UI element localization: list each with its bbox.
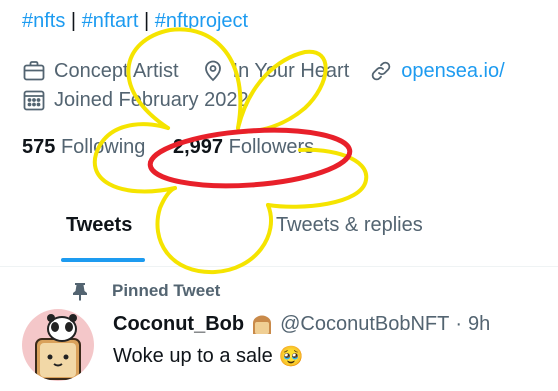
briefcase-icon: [22, 59, 46, 83]
avatar[interactable]: [22, 309, 94, 381]
pinned-tweet-label: Pinned Tweet: [70, 281, 220, 301]
link-icon: [369, 59, 393, 83]
followers-label: Followers: [228, 136, 315, 158]
tweet-body: Woke up to a sale 🥹: [113, 344, 304, 368]
following-count: 575: [22, 136, 56, 158]
hashtag-link-nftart[interactable]: #nftart: [82, 10, 139, 32]
joined-date-text: Joined February 2022: [54, 88, 249, 111]
tab-tweets-and-replies[interactable]: Tweets & replies: [276, 214, 423, 237]
profile-joined-row: Joined February 2022: [22, 88, 249, 112]
author-handle[interactable]: @CoconutBobNFT: [280, 313, 449, 336]
location-pin-icon: [201, 59, 225, 83]
author-name[interactable]: Coconut_Bob: [113, 313, 244, 336]
pinned-label-text: Pinned Tweet: [112, 281, 221, 300]
bread-badge-icon: [250, 314, 274, 336]
profile-meta-row: Concept Artist In Your Heart opensea.io/: [22, 59, 505, 83]
teary-face-emoji: 🥹: [278, 344, 304, 368]
hashtag-separator: |: [143, 10, 150, 32]
calendar-icon: [22, 88, 46, 112]
followers-link[interactable]: 2,997 Followers: [173, 136, 314, 158]
follow-counts: 575 Following 2,997 Followers: [22, 136, 314, 159]
location-text: In Your Heart: [232, 59, 350, 82]
toast-character-icon: [35, 314, 81, 380]
website-link[interactable]: opensea.io/: [401, 60, 504, 83]
hashtag-link-nftproject[interactable]: #nftproject: [155, 10, 248, 32]
tweet-header: Coconut_Bob @CoconutBobNFT · 9h: [113, 313, 490, 336]
tab-tweets[interactable]: Tweets: [66, 214, 132, 237]
following-link[interactable]: 575 Following: [22, 136, 151, 158]
active-tab-indicator: [61, 258, 145, 262]
tweet-time[interactable]: 9h: [468, 313, 490, 336]
followers-count: 2,997: [172, 136, 224, 158]
profession-text: Concept Artist: [54, 59, 179, 82]
hashtag-link-nfts[interactable]: #nfts: [22, 10, 65, 32]
profile-tabs: Tweets Tweets & replies: [0, 190, 558, 267]
tweet-text: Woke up to a sale: [113, 344, 273, 367]
bio-hashtags: #nfts | #nftart | #nftproject: [22, 10, 248, 33]
time-separator: ·: [455, 313, 463, 335]
following-label: Following: [60, 136, 146, 158]
pin-icon: [70, 281, 94, 301]
hashtag-separator: |: [70, 10, 77, 32]
